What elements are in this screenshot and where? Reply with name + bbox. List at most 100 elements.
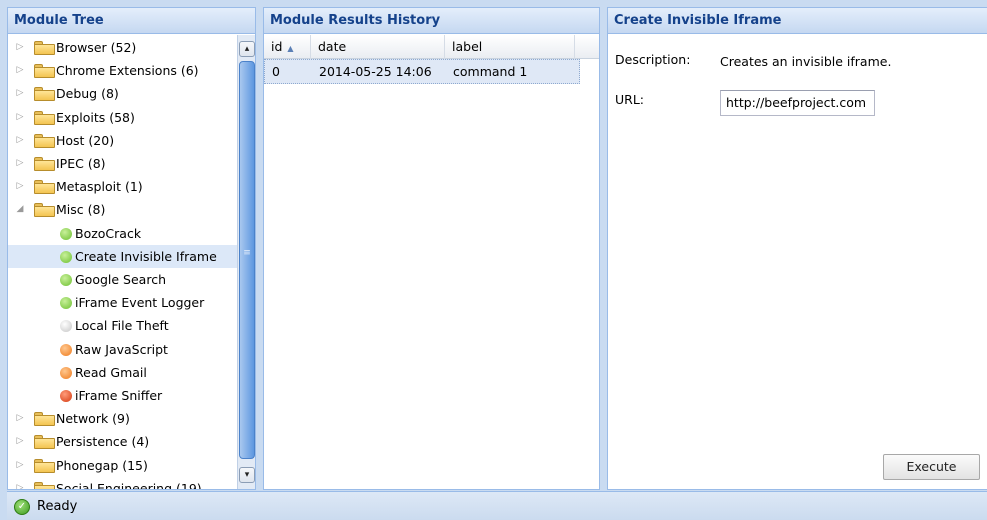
tree-module[interactable]: Read Gmail (8, 361, 237, 384)
tree-folder-label: Host (20) (56, 132, 115, 148)
url-input[interactable]: http://beefproject.com (720, 90, 875, 116)
green-status-icon (60, 250, 72, 263)
column-header-label[interactable]: label (445, 35, 575, 59)
expand-icon[interactable]: ▷ (14, 59, 26, 82)
tree-folder[interactable]: ▷ Host (20) (8, 129, 237, 152)
tree-module[interactable]: Create Invisible Iframe (8, 244, 237, 268)
tree-folder-label: Network (9) (56, 411, 130, 427)
table-row[interactable]: 0 2014-05-25 14:06 command 1 (264, 59, 580, 84)
green-status-icon (60, 227, 72, 240)
tree-module-label: Local File Theft (75, 318, 169, 334)
grid-header: id ▲ date label (264, 35, 599, 59)
expand-icon[interactable]: ▷ (14, 430, 26, 453)
tree-folder[interactable]: ▷ Social Engineering (19) (8, 477, 237, 490)
description-label: Description: (615, 52, 691, 67)
tree-folder[interactable]: ▷ Persistence (4) (8, 430, 237, 453)
tree-folder[interactable]: ▷ Chrome Extensions (6) (8, 59, 237, 82)
tree-folder[interactable]: ▷ Exploits (58) (8, 106, 237, 129)
folder-icon (34, 110, 55, 125)
column-header-id-label: id (271, 39, 283, 54)
tree-folder[interactable]: ▷ Debug (8) (8, 82, 237, 105)
tree-folder-label: Phonegap (15) (56, 457, 148, 473)
tree-module[interactable]: iFrame Sniffer (8, 384, 237, 407)
module-tree: ▷ Browser (52) ▷ Chrome Extensions (6) ▷ Debu… (8, 35, 237, 490)
scroll-down-button[interactable]: ▾ (239, 467, 255, 483)
tree-folder-label: Browser (52) (56, 40, 137, 55)
results-history-title: Module Results History (264, 8, 599, 34)
tree-folder-label: Exploits (58) (56, 109, 135, 125)
folder-icon (34, 41, 55, 55)
tree-module-label: Create Invisible Iframe (75, 248, 217, 264)
tree-module-label: Google Search (75, 272, 166, 287)
tree-folder-label: Chrome Extensions (6) (56, 63, 199, 79)
tree-module[interactable]: BozoCrack (8, 222, 237, 245)
description-value: Creates an invisible iframe. (720, 54, 892, 69)
green-status-icon (60, 274, 72, 286)
module-form-panel: Create Invisible Iframe Description: Cre… (607, 7, 987, 490)
tree-module[interactable]: Google Search (8, 268, 237, 291)
folder-icon (34, 435, 55, 450)
red-status-icon (60, 390, 72, 402)
tree-module[interactable]: Local File Theft (8, 314, 237, 337)
status-bar: ✓ Ready (7, 491, 987, 520)
execute-button[interactable]: Execute (883, 454, 980, 480)
tree-module-label: Raw JavaScript (75, 341, 168, 357)
module-tree-panel: Module Tree ▷ Browser (52) ▷ Chrome Extensi… (7, 7, 256, 490)
tree-folder-label: Persistence (4) (56, 434, 150, 450)
tree-folder[interactable]: ▷ Network (9) (8, 407, 237, 430)
sort-ascending-icon: ▲ (287, 44, 294, 53)
tree-module-label: iFrame Event Logger (75, 295, 205, 311)
column-header-id[interactable]: id ▲ (264, 35, 311, 59)
tree-folder-label: Social Engineering (19) (56, 480, 202, 490)
folder-icon (34, 157, 55, 171)
folder-icon (34, 458, 55, 473)
folder-open-icon (34, 203, 55, 218)
tree-module-label: iFrame Sniffer (75, 388, 163, 403)
tree-folder[interactable]: ◢ Misc (8) (8, 198, 237, 221)
folder-icon (34, 412, 55, 427)
status-text: Ready (37, 499, 78, 514)
tree-scrollbar[interactable]: ▴ ≡ ▾ (237, 35, 255, 489)
expand-icon[interactable]: ▷ (14, 152, 26, 175)
tree-module-label: Read Gmail (75, 364, 147, 380)
expand-icon[interactable]: ▷ (14, 129, 26, 152)
expand-icon[interactable]: ▷ (14, 477, 26, 489)
collapse-icon[interactable]: ◢ (14, 198, 26, 221)
grip-icon: ≡ (243, 248, 251, 258)
expand-icon[interactable]: ▷ (14, 82, 26, 105)
expand-icon[interactable]: ▷ (14, 454, 26, 477)
tree-folder-label: Debug (8) (56, 86, 119, 102)
expand-icon[interactable]: ▷ (14, 407, 26, 430)
cell-id: 0 (272, 64, 280, 79)
expand-icon[interactable]: ▷ (14, 175, 26, 198)
tree-folder-label: Metasploit (1) (56, 179, 143, 195)
scroll-up-button[interactable]: ▴ (239, 41, 255, 57)
gray-status-icon (60, 320, 72, 333)
green-status-icon (60, 297, 72, 310)
cell-date: 2014-05-25 14:06 (319, 64, 432, 79)
tree-folder-label: Misc (8) (56, 202, 106, 218)
tree-module[interactable]: iFrame Event Logger (8, 291, 237, 314)
expand-icon[interactable]: ▷ (14, 36, 26, 59)
results-history-panel: Module Results History id ▲ date label 0 … (263, 7, 600, 490)
expand-icon[interactable]: ▷ (14, 106, 26, 129)
tree-folder[interactable]: ▷ IPEC (8) (8, 152, 237, 175)
folder-icon (34, 87, 55, 102)
scroll-thumb[interactable]: ≡ (239, 61, 255, 459)
column-header-date[interactable]: date (311, 35, 445, 59)
check-icon: ✓ (14, 499, 30, 515)
folder-icon (34, 133, 55, 148)
folder-icon (34, 481, 55, 489)
module-form-title: Create Invisible Iframe (608, 8, 987, 34)
orange-status-icon (60, 366, 72, 379)
tree-folder[interactable]: ▷ Metasploit (1) (8, 175, 237, 198)
tree-module-label: BozoCrack (75, 225, 142, 241)
module-tree-title: Module Tree (8, 8, 255, 34)
folder-icon (34, 64, 55, 79)
tree-folder[interactable]: ▷ Phonegap (15) (8, 454, 237, 477)
tree-folder[interactable]: ▷ Browser (52) (8, 36, 237, 59)
tree-folder-label: IPEC (8) (56, 156, 106, 171)
tree-module[interactable]: Raw JavaScript (8, 338, 237, 361)
folder-icon (34, 180, 55, 195)
url-label: URL: (615, 92, 645, 107)
